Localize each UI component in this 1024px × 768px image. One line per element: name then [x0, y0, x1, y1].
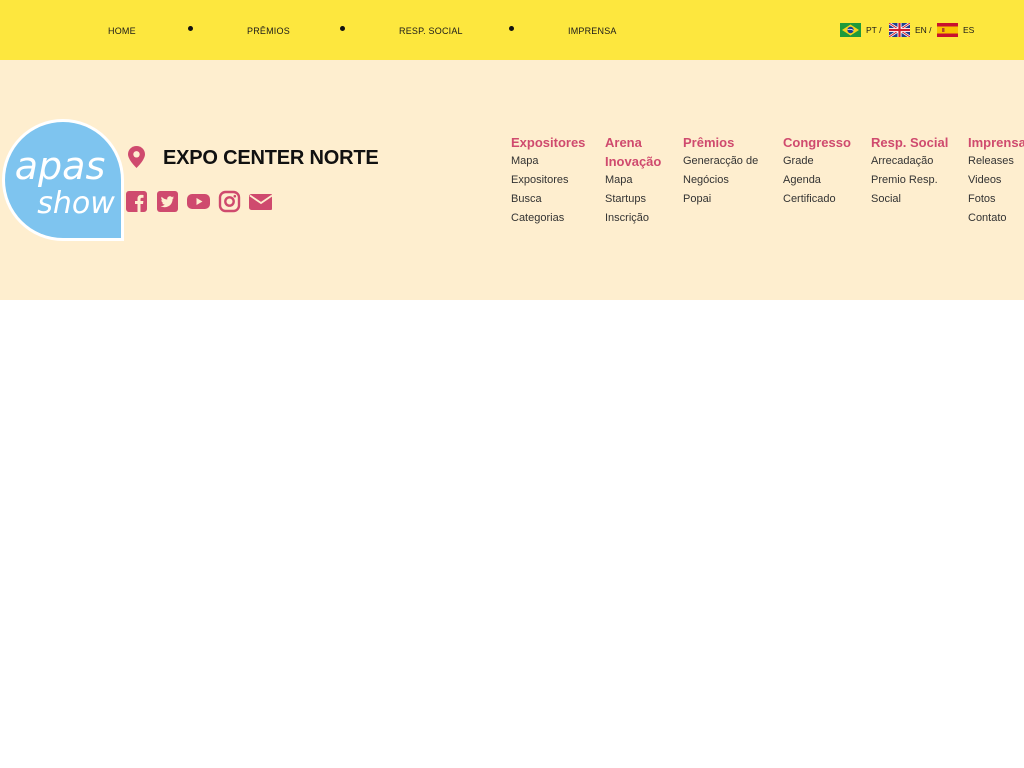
- language-pt[interactable]: PT /: [840, 23, 881, 37]
- nav-imprensa-link[interactable]: IMPRENSA: [568, 26, 617, 36]
- map-pin-icon: [128, 146, 145, 168]
- nav-resp-social-link[interactable]: RESP. SOCIAL: [399, 26, 463, 36]
- nav-link-certificado[interactable]: Certificado: [783, 190, 851, 209]
- nav-heading-inovacao[interactable]: Inovação: [605, 152, 661, 171]
- language-en[interactable]: EN /: [889, 23, 932, 37]
- nav-link-mapa[interactable]: Mapa: [605, 171, 661, 190]
- nav-link-expositores[interactable]: Expositores: [511, 171, 585, 190]
- nav-column-congresso: Congresso Grade Agenda Certificado: [783, 133, 851, 209]
- nav-link-videos[interactable]: Videos: [968, 171, 1024, 190]
- nav-heading-expositores[interactable]: Expositores: [511, 133, 585, 152]
- nav-link-grade[interactable]: Grade: [783, 152, 851, 171]
- nav-heading-premios[interactable]: Prêmios: [683, 133, 758, 152]
- nav-heading-arena[interactable]: Arena: [605, 133, 661, 152]
- top-bar: HOME PRÊMIOS RESP. SOCIAL IMPRENSA PT / …: [0, 0, 1024, 60]
- nav-link-generaccao[interactable]: Generacção de: [683, 152, 758, 171]
- nav-column-premios: Prêmios Generacção de Negócios Popai: [683, 133, 758, 209]
- nav-link-popai[interactable]: Popai: [683, 190, 758, 209]
- facebook-icon[interactable]: [125, 190, 148, 213]
- twitter-icon[interactable]: [156, 190, 179, 213]
- nav-link-categorias[interactable]: Categorias: [511, 209, 585, 228]
- language-pt-label: PT /: [866, 25, 882, 35]
- spain-flag-icon: [937, 23, 958, 37]
- nav-link-startups[interactable]: Startups: [605, 190, 661, 209]
- nav-column-resp-social: Resp. Social Arrecadação Premio Resp. So…: [871, 133, 948, 209]
- email-icon[interactable]: [249, 190, 272, 213]
- nav-link-mapa[interactable]: Mapa: [511, 152, 585, 171]
- logo-text-show: show: [37, 186, 115, 221]
- nav-link-premio-resp[interactable]: Premio Resp.: [871, 171, 948, 190]
- language-es-label: ES: [963, 25, 975, 35]
- nav-premios-link[interactable]: PRÊMIOS: [247, 26, 290, 36]
- nav-link-agenda[interactable]: Agenda: [783, 171, 851, 190]
- language-en-label: EN /: [915, 25, 932, 35]
- nav-link-releases[interactable]: Releases: [968, 152, 1024, 171]
- venue-location: [128, 146, 145, 168]
- youtube-icon[interactable]: [187, 190, 210, 213]
- nav-separator-dot: [509, 26, 514, 31]
- nav-separator-dot: [188, 26, 193, 31]
- nav-column-imprensa: Imprensa Releases Videos Fotos Contato: [968, 133, 1024, 228]
- nav-column-arena-inovacao: Arena Inovação Mapa Startups Inscrição: [605, 133, 661, 228]
- nav-heading-imprensa[interactable]: Imprensa: [968, 133, 1024, 152]
- nav-column-expositores: Expositores Mapa Expositores Busca Categ…: [511, 133, 585, 228]
- nav-link-arrecadacao[interactable]: Arrecadação: [871, 152, 948, 171]
- nav-heading-resp-social[interactable]: Resp. Social: [871, 133, 948, 152]
- uk-flag-icon: [889, 23, 910, 37]
- nav-heading-congresso[interactable]: Congresso: [783, 133, 851, 152]
- nav-link-social[interactable]: Social: [871, 190, 948, 209]
- logo-text-apas: apas: [15, 144, 106, 188]
- apas-show-logo[interactable]: apas show: [0, 117, 126, 243]
- nav-link-negocios[interactable]: Negócios: [683, 171, 758, 190]
- instagram-icon[interactable]: [218, 190, 241, 213]
- nav-link-inscricao[interactable]: Inscrição: [605, 209, 661, 228]
- nav-home-link[interactable]: HOME: [108, 26, 136, 36]
- nav-link-fotos[interactable]: Fotos: [968, 190, 1024, 209]
- brazil-flag-icon: [840, 23, 861, 37]
- nav-link-contato[interactable]: Contato: [968, 209, 1024, 228]
- nav-separator-dot: [340, 26, 345, 31]
- nav-link-busca[interactable]: Busca: [511, 190, 585, 209]
- venue-name: EXPO CENTER NORTE: [163, 147, 379, 169]
- language-es[interactable]: ES: [937, 23, 974, 37]
